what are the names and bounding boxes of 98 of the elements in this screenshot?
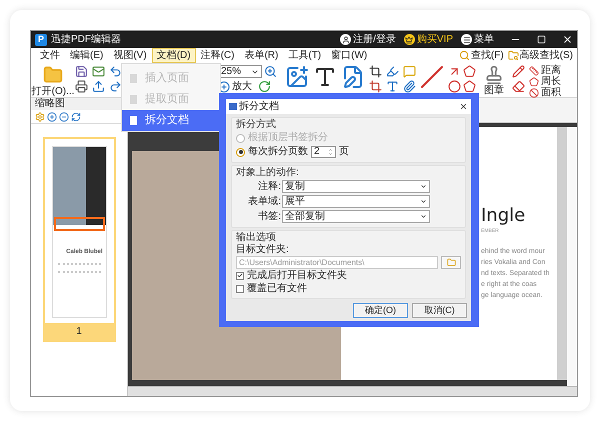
field-label: 表单域:: [247, 196, 282, 206]
radio-button[interactable]: [236, 148, 245, 156]
folder-icon: [42, 65, 64, 85]
eraser-icon[interactable]: [512, 80, 525, 93]
edit-document-icon[interactable]: [341, 65, 365, 89]
pentagon-icon[interactable]: [463, 80, 476, 93]
pentagon-icon[interactable]: [463, 65, 476, 78]
folder-icon: [446, 258, 456, 267]
scrollbar[interactable]: [557, 127, 567, 380]
stamp-button[interactable]: 图章: [480, 65, 508, 96]
menu-item[interactable]: 工具(T): [283, 48, 326, 63]
save-icon[interactable]: [75, 65, 88, 78]
line-icon[interactable]: [420, 65, 444, 89]
strikeout-icon[interactable]: [386, 80, 399, 93]
checkbox-label: 完成后打开目标文件夹: [247, 270, 347, 280]
account-link[interactable]: 菜单: [461, 34, 494, 45]
checkbox-label: 覆盖已有文件: [247, 284, 307, 294]
group-title: 对象上的动作:: [236, 166, 300, 179]
account-link[interactable]: 购买VIP: [404, 34, 453, 45]
page-icon: [130, 74, 137, 83]
page-icon: [130, 116, 137, 125]
folder-search-icon: [508, 50, 519, 61]
search-icon: [458, 50, 470, 61]
ruler-icon: [529, 66, 539, 76]
arrow-icon[interactable]: [448, 65, 461, 78]
rotate-icon[interactable]: [258, 80, 271, 93]
text-lines: [58, 263, 100, 273]
window-title: 迅捷PDF编辑器: [51, 34, 121, 44]
group-title: 拆分方式: [236, 118, 277, 131]
dropdown-field[interactable]: 展平: [282, 195, 430, 208]
field-label: 注释:: [257, 182, 282, 192]
horizontal-scrollbar[interactable]: [128, 386, 577, 396]
circle-slash-icon: [529, 88, 539, 98]
page-number: 1: [44, 323, 114, 340]
rotate-icon[interactable]: [71, 112, 81, 122]
zoom-in-icon[interactable]: [264, 65, 277, 78]
pentagon-icon: [529, 76, 539, 86]
find-button[interactable]: 高级查找(S): [508, 50, 573, 61]
printer-icon[interactable]: [75, 80, 88, 93]
stamp-icon: [484, 65, 504, 85]
find-button[interactable]: 查找(F): [458, 50, 504, 61]
group-title: 输出选项: [236, 231, 277, 244]
mail-icon[interactable]: [92, 65, 105, 78]
app-logo: P: [35, 34, 47, 46]
crown-icon: [404, 34, 415, 45]
dropdown-field[interactable]: 复制: [282, 180, 430, 193]
selection-rect: [54, 217, 104, 231]
close-icon[interactable]: [562, 34, 573, 45]
radio-label: 根据顶层书签拆分: [248, 133, 328, 143]
zoom-out-icon[interactable]: [59, 112, 69, 122]
dropdown-item[interactable]: 拆分文档: [122, 110, 220, 131]
measure-tool[interactable]: 面积: [529, 87, 561, 98]
crop-icon[interactable]: [369, 65, 382, 78]
zoom-in-icon[interactable]: [47, 112, 57, 122]
menu-item[interactable]: 视图(V): [108, 48, 152, 63]
dialog-button[interactable]: 取消(C): [412, 303, 467, 318]
crop-icon[interactable]: [369, 80, 382, 93]
menu-item[interactable]: 窗口(W): [326, 48, 372, 63]
dialog-icon: [229, 103, 237, 110]
page-heading: Ingle: [481, 207, 526, 225]
checkbox[interactable]: [236, 272, 244, 280]
page-icon: [130, 95, 137, 104]
undo-icon[interactable]: [109, 65, 122, 78]
field-label: 书签:: [257, 212, 282, 222]
account-link[interactable]: 注册/登录: [340, 34, 396, 45]
add-text-icon[interactable]: [313, 65, 337, 89]
caret-icon: [420, 198, 427, 205]
upload-icon[interactable]: [92, 80, 105, 93]
menu-item[interactable]: 编辑(E): [65, 48, 108, 63]
radio-label: 每次拆分页数: [248, 147, 308, 157]
redo-icon[interactable]: [109, 80, 122, 93]
menu-icon: [461, 34, 472, 45]
menu-item[interactable]: 注释(C): [196, 48, 240, 63]
field-label: 目标文件夹:: [236, 244, 290, 256]
dialog-title: 拆分文档: [239, 102, 279, 112]
user-icon: [340, 34, 352, 45]
caret-icon: [420, 213, 427, 220]
plus-circle-icon: [218, 80, 230, 92]
measure-tool[interactable]: 周长: [529, 76, 561, 87]
maximize-icon[interactable]: [537, 35, 546, 44]
dropdown-field[interactable]: 全部复制: [282, 210, 430, 223]
panel-title: 缩略图: [35, 99, 65, 109]
menu-item[interactable]: 文件: [35, 48, 65, 63]
circle-icon[interactable]: [448, 80, 461, 93]
zoom-in-button[interactable]: 放大: [218, 80, 252, 92]
caret-icon: [420, 183, 427, 190]
menu-item[interactable]: 文档(D): [152, 48, 196, 63]
spin-field[interactable]: 2: [311, 146, 336, 158]
dialog-button[interactable]: 确定(O): [353, 303, 408, 318]
highlighter-icon[interactable]: [386, 65, 399, 78]
unit-label: 页: [339, 147, 349, 157]
measure-tool[interactable]: 距离: [529, 65, 561, 76]
close-icon[interactable]: [459, 102, 468, 111]
paperclip-icon[interactable]: [403, 80, 416, 93]
menu-item[interactable]: 表单(R): [239, 48, 284, 63]
pencil-icon[interactable]: [512, 65, 525, 78]
checkbox[interactable]: [236, 284, 244, 292]
image-edit-icon[interactable]: [285, 65, 309, 89]
